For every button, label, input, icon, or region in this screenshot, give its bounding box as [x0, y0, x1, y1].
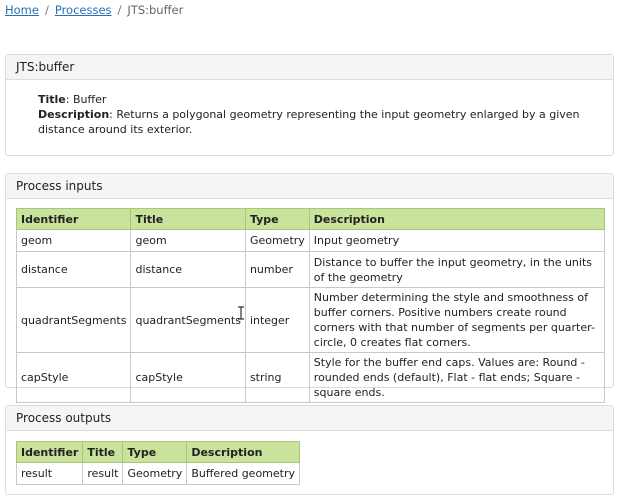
title-value: Buffer — [72, 93, 107, 106]
cell-type: string — [244, 352, 310, 403]
process-info-header: JTS:buffer — [6, 55, 613, 80]
cell-identifier: distance — [15, 251, 132, 288]
process-title-row: Title: Buffer — [38, 93, 107, 106]
table-row: quadrantSegments quadrantSegments intege… — [15, 287, 606, 353]
column-header-type: Type — [244, 208, 310, 230]
outputs-table: Identifier Title Type Description result… — [15, 441, 301, 485]
table-header-row: Identifier Title Type Description — [15, 441, 301, 463]
cell-title: result — [82, 462, 124, 485]
cell-identifier: capStyle — [15, 352, 132, 403]
cell-type: integer — [244, 287, 310, 353]
cell-description: Style for the buffer end caps. Values ar… — [308, 352, 606, 403]
text-cursor-icon — [238, 306, 244, 320]
cell-type: number — [244, 251, 310, 288]
table-header-row: Identifier Title Type Description — [15, 208, 606, 230]
cell-description: Buffered geometry — [186, 462, 301, 485]
breadcrumb: Home / Processes / JTS:buffer — [5, 3, 183, 17]
breadcrumb-home-link[interactable]: Home — [5, 3, 39, 17]
inputs-table: Identifier Title Type Description geom g… — [15, 208, 606, 403]
title-label: Title — [38, 93, 66, 106]
breadcrumb-separator: / — [44, 3, 49, 17]
column-header-identifier: Identifier — [15, 208, 132, 230]
cell-description: Distance to buffer the input geometry, i… — [308, 251, 606, 288]
breadcrumb-processes-link[interactable]: Processes — [55, 3, 112, 17]
column-header-title: Title — [130, 208, 246, 230]
table-row: geom geom Geometry Input geometry — [15, 229, 606, 252]
cell-description: Number determining the style and smoothn… — [308, 287, 606, 353]
cell-title: distance — [130, 251, 246, 288]
table-row: result result Geometry Buffered geometry — [15, 462, 301, 485]
breadcrumb-separator: / — [117, 3, 122, 17]
process-description-row: Description: Returns a polygonal geometr… — [38, 108, 580, 136]
column-header-title: Title — [82, 441, 124, 463]
breadcrumb-current: JTS:buffer — [127, 3, 184, 17]
cell-identifier: quadrantSegments — [15, 287, 132, 353]
cell-title: geom — [130, 229, 246, 252]
table-row: distance distance number Distance to buf… — [15, 251, 606, 288]
cell-identifier: geom — [15, 229, 132, 252]
column-header-description: Description — [308, 208, 606, 230]
process-inputs-panel: Process inputs Identifier Title Type Des… — [5, 173, 614, 403]
cell-title: quadrantSegments — [130, 287, 246, 353]
cell-type: Geometry — [244, 229, 310, 252]
column-header-type: Type — [122, 441, 188, 463]
cell-description: Input geometry — [308, 229, 606, 252]
cell-identifier: result — [15, 462, 84, 485]
cell-title: capStyle — [130, 352, 246, 403]
process-outputs-panel: Process outputs Identifier Title Type De… — [5, 405, 614, 495]
cell-type: Geometry — [122, 462, 188, 485]
column-header-description: Description — [186, 441, 301, 463]
column-header-identifier: Identifier — [15, 441, 84, 463]
table-row: capStyle capStyle string Style for the b… — [15, 352, 606, 403]
description-label: Description — [38, 108, 110, 121]
process-outputs-header: Process outputs — [6, 406, 613, 431]
process-info-body: Title: Buffer Description: Returns a pol… — [6, 80, 613, 137]
process-info-panel: JTS:buffer Title: Buffer Description: Re… — [5, 54, 614, 156]
process-inputs-header: Process inputs — [6, 174, 613, 199]
description-value: Returns a polygonal geometry representin… — [38, 108, 580, 136]
